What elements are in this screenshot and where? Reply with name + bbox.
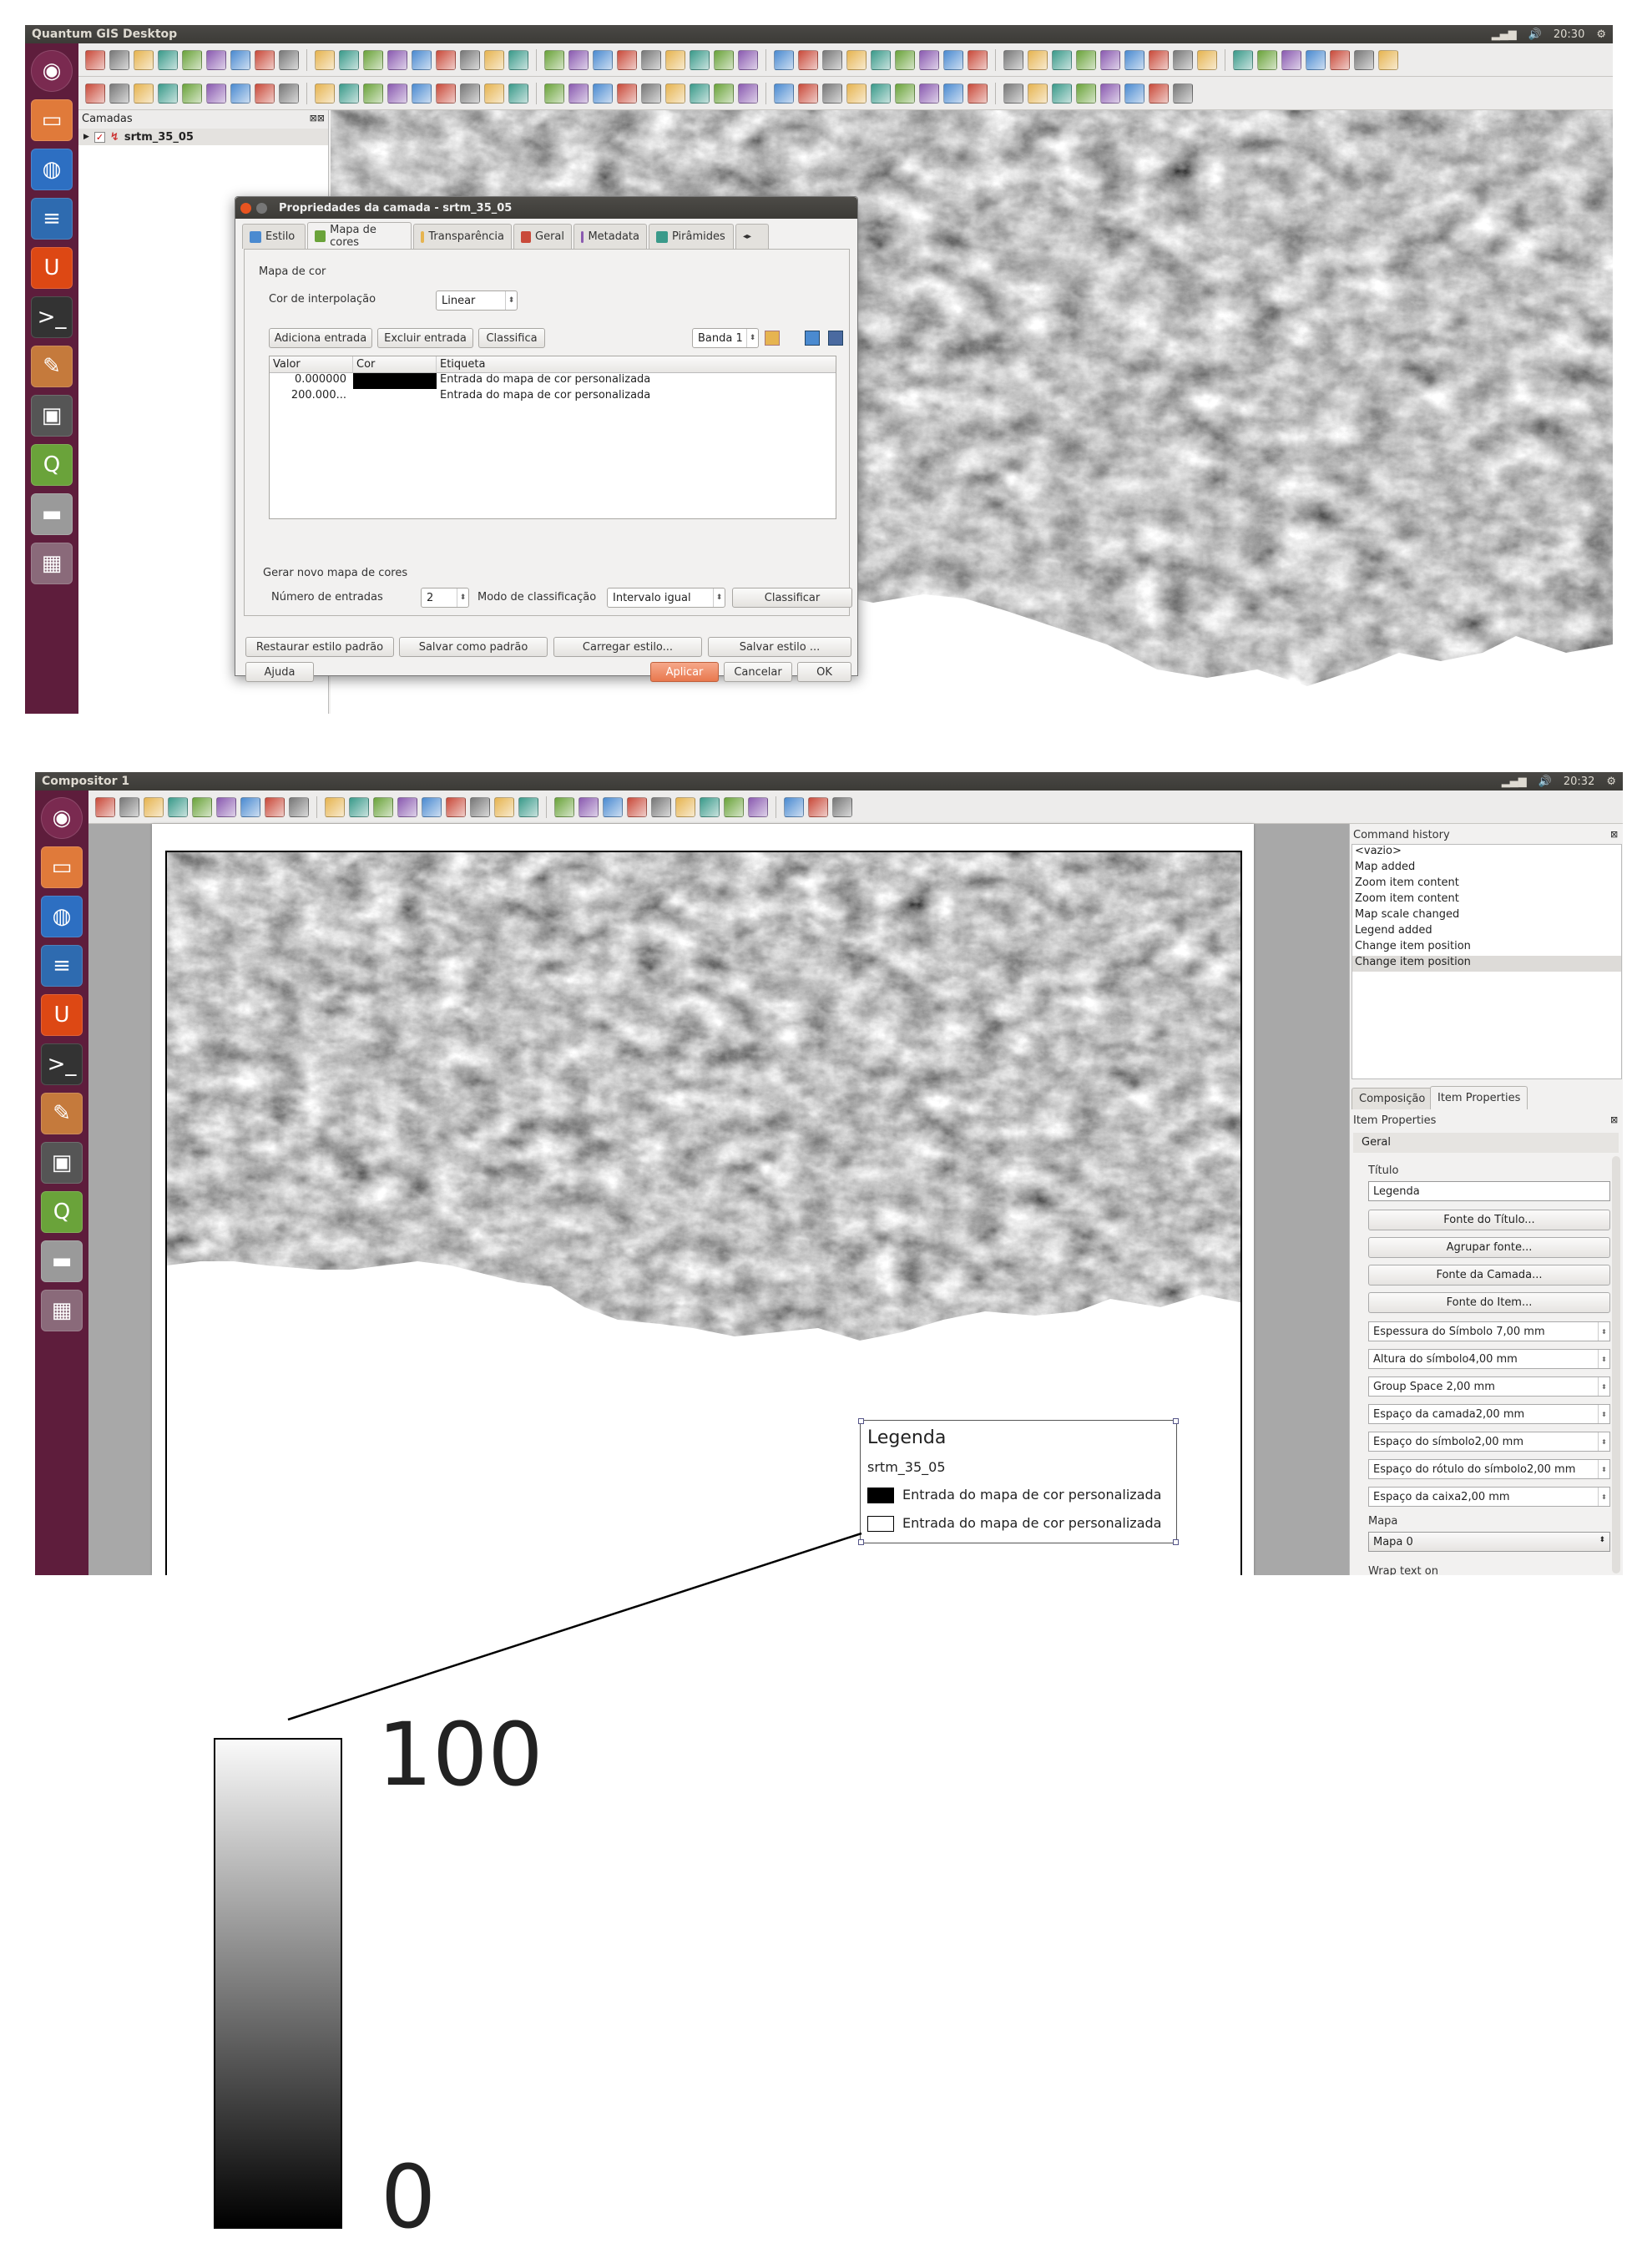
colorbar xyxy=(214,1738,342,2229)
colorbar-max-label: 100 xyxy=(377,1704,543,1806)
callout-connector xyxy=(287,1532,862,1721)
colorbar-min-label: 0 xyxy=(381,2146,437,2248)
